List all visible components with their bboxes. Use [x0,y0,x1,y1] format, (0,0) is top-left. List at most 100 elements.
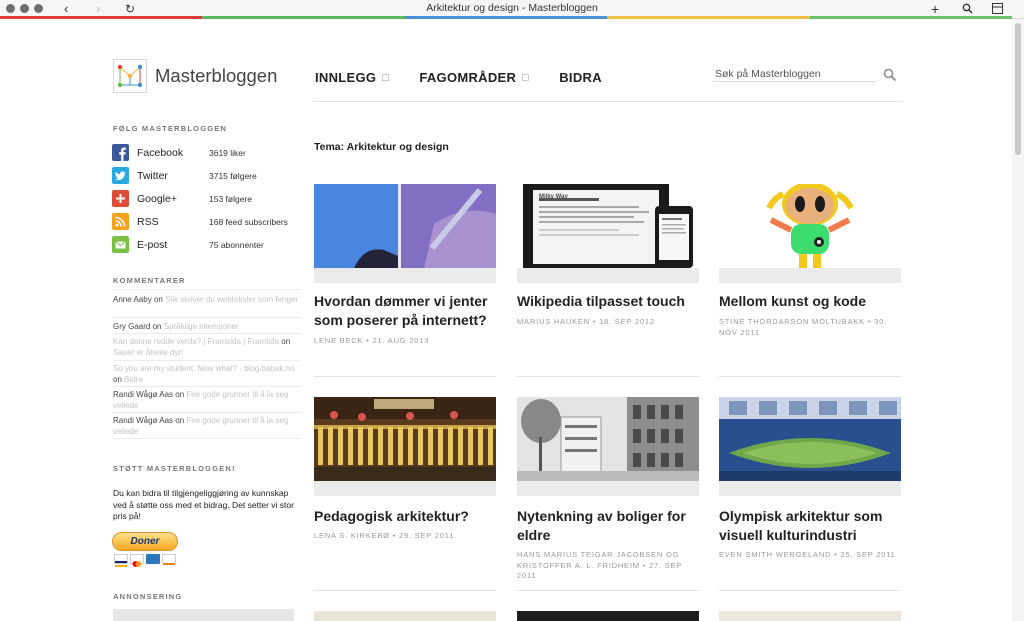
visa-card-icon [114,554,128,567]
follow-count: 168 feed subscribers [209,216,288,227]
ad-placeholder [113,609,294,621]
post-thumbnail[interactable]: Milky Way [517,184,699,268]
follow-count: 3715 følgere [209,170,257,181]
post-meta: STINE THORDARSON MOLTUBAKK • 30. NOV 201… [719,317,887,337]
color-strip [0,16,1013,19]
post-thumbnail[interactable] [517,611,699,621]
thumbnail-base [719,268,901,283]
main-navigation: INNLEGG FAGOMRÅDER BIDRA [315,70,632,85]
sidebar-toggle-icon[interactable] [992,3,1003,14]
follow-count: 3619 liker [209,147,246,158]
nav-bidra[interactable]: BIDRA [559,70,602,85]
support-text: Du kan bidra til tilgjengeliggjøring av … [113,488,294,521]
follow-item-facebook[interactable]: Facebook 3619 liker [112,144,302,161]
comments-heading: KOMMENTARER [113,276,186,285]
comment-divider [113,412,301,413]
scrollbar-thumb[interactable] [1015,23,1021,155]
post-meta: LENE BECK • 21. AUG 2013 [314,336,430,345]
comment-author[interactable]: Gry Gaard [113,322,150,331]
expand-plus-icon[interactable] [522,74,530,81]
comment-on: on [153,295,163,304]
comment-post-link[interactable]: Slik skriver du webtekster som fenger [165,295,298,304]
ad-heading: ANNONSERING [113,592,183,601]
comment-author[interactable]: Randi Wågø Aas [113,416,173,425]
site-logo-icon[interactable] [113,59,147,93]
follow-item-google-plus[interactable]: Google+ 153 følgere [112,190,302,207]
browser-search-icon[interactable] [962,3,973,14]
post-title[interactable]: Nytenkning av boliger for eldre [517,507,702,545]
post-meta: HANS MARIUS TEIGAR JACOBSEN OG KRISTOFFE… [517,550,682,580]
comment-divider [113,438,301,439]
search-input[interactable] [713,67,876,82]
nav-label: BIDRA [559,70,602,85]
post-meta: LENA S. KIRKEBØ • 29. SEP 2011 [314,531,455,540]
post-thumbnail[interactable] [314,397,496,481]
color-strip-lightgreen [809,16,1013,19]
window-title: Arkitektur og design - Masterbloggen [426,2,598,14]
post-thumbnail[interactable] [719,611,901,621]
donate-button[interactable]: Doner [112,532,178,551]
follow-name: Facebook [137,146,184,159]
comment-divider [113,386,301,387]
comment-item: So you are my student. Now what? - blog.… [113,363,301,385]
email-icon [112,236,129,253]
post-title[interactable]: Pedagogisk arkitektur? [314,507,499,526]
follow-name: Google+ [137,192,177,205]
row-divider [719,376,901,377]
mastercard-icon [130,554,144,567]
post-thumbnail[interactable] [719,184,901,268]
site-name[interactable]: Masterbloggen [155,65,277,87]
post-thumbnail[interactable] [719,397,901,481]
payment-cards [114,554,176,567]
header-divider [313,101,902,102]
comment-author[interactable]: So you are my student. Now what? - blog.… [113,364,294,373]
comment-on: on [113,375,122,384]
post-meta: MARIUS HAUKEN • 18. SEP 2012 [517,317,655,326]
comment-on: on [175,416,185,425]
comment-author[interactable]: Anne Aaby [113,295,152,304]
comments-divider [113,289,301,290]
comment-item: Randi Wågø Aas on Fire gode grunner til … [113,415,301,437]
comment-post-link[interactable]: Sauer er ålreite dyr! [113,348,183,357]
color-strip-yellow [607,16,810,19]
comment-divider [113,317,301,318]
thumbnail-base [517,481,699,496]
discover-card-icon [162,554,176,565]
comment-author[interactable]: Randi Wågø Aas [113,390,173,399]
browser-toolbar: ‹ › ↻ Arkitektur og design - Masterblogg… [0,0,1024,19]
comment-post-link[interactable]: Bidra [124,375,143,384]
follow-count: 153 følgere [209,193,252,204]
comment-author[interactable]: Kan denne redde verda? | Framsida | Fram… [113,337,279,346]
follow-heading: FØLG MASTERBLOGGEN [113,124,228,133]
post-title[interactable]: Hvordan dømmer vi jenter som poserer på … [314,292,499,330]
row-divider [517,590,699,591]
expand-plus-icon[interactable] [382,74,390,81]
comment-divider [113,360,301,361]
nav-innlegg[interactable]: INNLEGG [315,70,390,85]
post-title[interactable]: Olympisk arkitektur som visuell kulturin… [719,507,904,545]
comment-item: Anne Aaby on Slik skriver du webtekster … [113,294,301,305]
row-divider [314,590,496,591]
post-thumbnail[interactable] [517,397,699,481]
search-icon[interactable] [883,68,897,82]
comment-post-link[interactable]: Språklige intensjoner [164,322,239,331]
follow-item-rss[interactable]: RSS 168 feed subscribers [112,213,302,230]
follow-name: RSS [137,215,159,228]
comment-on: on [175,390,185,399]
post-title[interactable]: Mellom kunst og kode [719,292,904,311]
thumbnail-base [517,268,699,283]
comment-on: on [152,322,162,331]
new-tab-button[interactable]: + [931,1,939,17]
follow-item-twitter[interactable]: Twitter 3715 følgere [112,167,302,184]
follow-item-email[interactable]: E-post 75 abonnenter [112,236,302,253]
nav-fagomrader[interactable]: FAGOMRÅDER [419,70,530,85]
color-strip-blue [404,16,608,19]
color-strip-green [202,16,405,19]
post-thumbnail[interactable] [314,184,496,268]
thumbnail-base [314,268,496,283]
post-thumbnail[interactable] [314,611,496,621]
post-title[interactable]: Wikipedia tilpasset touch [517,292,702,311]
tablet-heading: Milky Way [539,194,568,200]
page-scrollbar[interactable] [1012,19,1024,621]
comment-item: Gry Gaard on Språklige intensjoner [113,321,301,332]
